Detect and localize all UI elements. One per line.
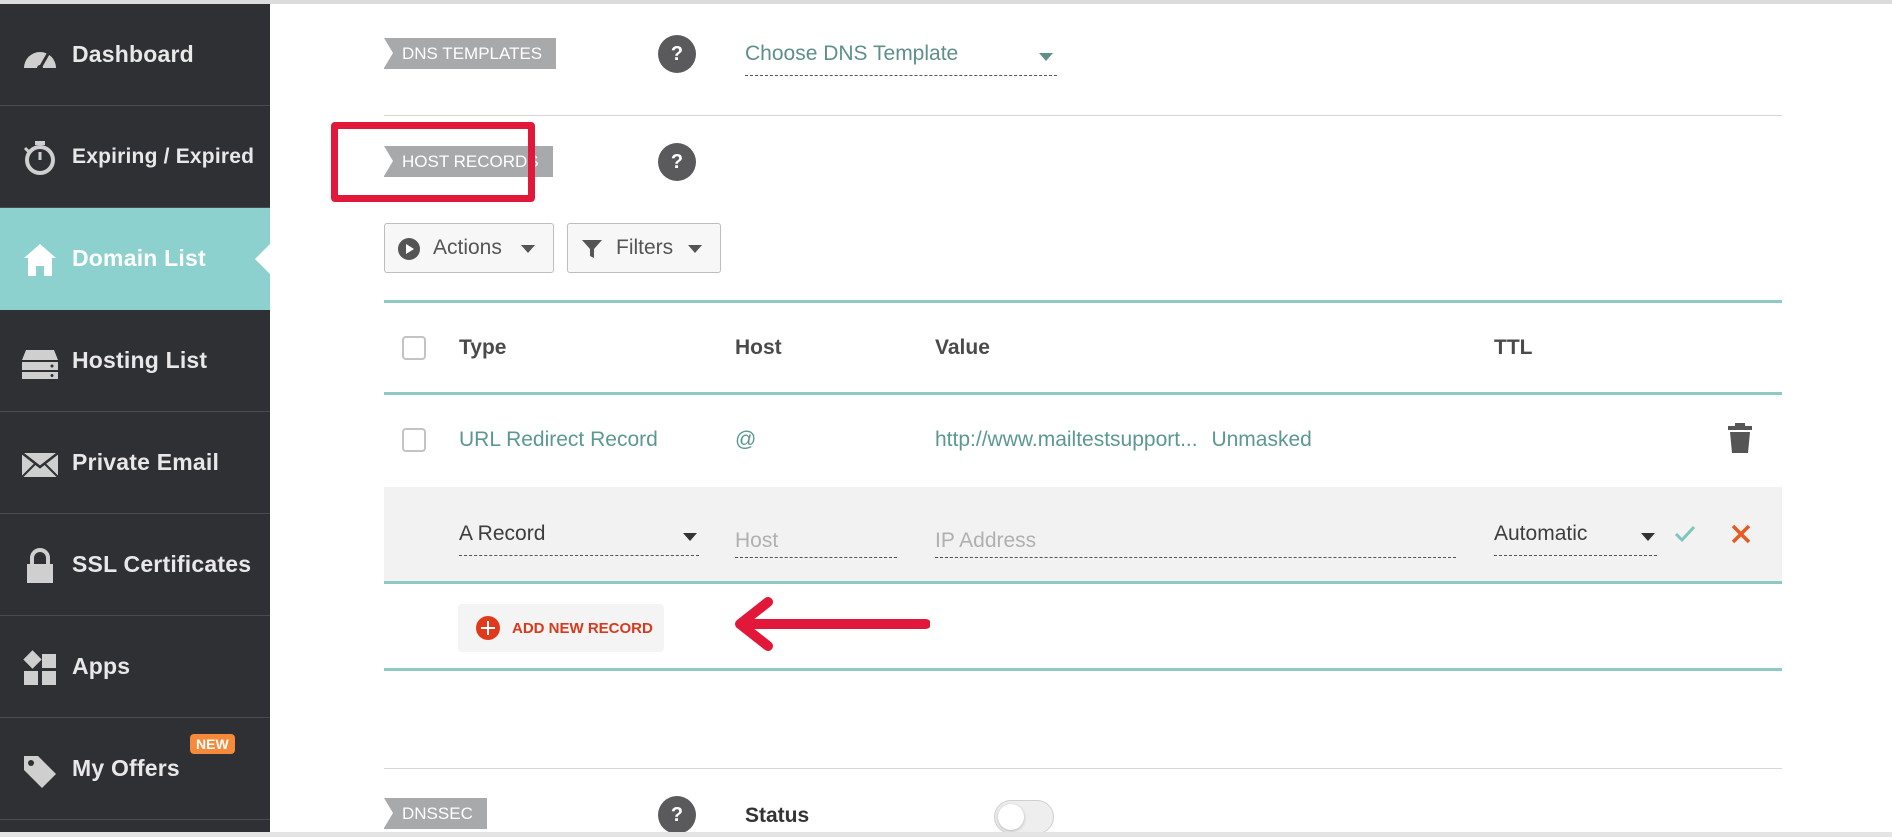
table-header-border — [384, 392, 1782, 395]
dns-template-select[interactable]: Choose DNS Template — [745, 42, 1057, 76]
ip-address-input[interactable] — [935, 525, 1456, 558]
sidebar-item-apps[interactable]: Apps — [0, 616, 270, 718]
dnssec-status-label: Status — [745, 804, 810, 827]
sidebar-item-label: My Offers — [72, 755, 180, 781]
play-circle-icon — [398, 238, 420, 260]
stopwatch-icon — [23, 141, 55, 175]
chevron-down-icon — [521, 245, 535, 253]
section-divider — [384, 768, 1782, 769]
record-value-url: http://www.mailtestsupport... — [935, 428, 1198, 451]
row-checkbox[interactable] — [402, 428, 426, 452]
sidebar-item-label: Domain List — [72, 245, 206, 271]
column-header-value: Value — [935, 336, 990, 359]
chevron-down-icon — [1039, 53, 1053, 61]
dnssec-toggle[interactable] — [994, 800, 1054, 834]
add-new-record-button[interactable]: ADD NEW RECORD — [458, 604, 664, 652]
table-bottom-border — [384, 668, 1782, 671]
server-icon — [22, 350, 58, 379]
column-header-type: Type — [459, 336, 507, 359]
sidebar-item-label: Apps — [72, 653, 131, 679]
tag-icon — [24, 756, 56, 788]
sidebar-item-my-offers[interactable]: My Offers NEW — [0, 718, 270, 820]
ttl-select[interactable]: Automatic — [1494, 522, 1657, 556]
record-value[interactable]: http://www.mailtestsupport... Unmasked — [935, 428, 1312, 452]
sidebar: Dashboard Expiring / Expired Domain List… — [0, 4, 270, 832]
sidebar-item-expiring[interactable]: Expiring / Expired — [0, 106, 270, 208]
dns-templates-help-icon[interactable]: ? — [658, 35, 696, 73]
add-new-record-label: ADD NEW RECORD — [512, 619, 653, 637]
sidebar-item-private-email[interactable]: Private Email — [0, 412, 270, 514]
dns-templates-label: DNS TEMPLATES — [384, 38, 557, 69]
lock-icon — [27, 548, 53, 583]
filter-icon — [582, 240, 602, 258]
sidebar-item-label: Hosting List — [72, 347, 208, 373]
actions-button[interactable]: Actions — [384, 223, 554, 273]
chevron-down-icon — [688, 245, 702, 253]
apps-icon — [23, 650, 56, 685]
dnssec-label: DNSSEC — [384, 798, 487, 829]
home-icon — [24, 244, 56, 276]
sidebar-item-label: Private Email — [72, 449, 220, 475]
dnssec-help-icon[interactable]: ? — [658, 796, 696, 834]
trash-icon[interactable] — [1726, 422, 1754, 454]
record-type-value: A Record — [459, 522, 546, 545]
main-content: DNS TEMPLATES ? Choose DNS Template HOST… — [270, 4, 1892, 834]
column-header-host: Host — [735, 336, 782, 359]
close-icon[interactable] — [1731, 524, 1751, 544]
envelope-icon — [21, 452, 59, 478]
column-header-ttl: TTL — [1494, 336, 1533, 359]
edit-row-border — [384, 581, 1782, 584]
filters-button[interactable]: Filters — [567, 223, 721, 273]
filters-label: Filters — [616, 236, 674, 259]
host-records-label: HOST RECORDS — [384, 146, 553, 177]
actions-label: Actions — [433, 236, 502, 259]
record-type[interactable]: URL Redirect Record — [459, 428, 658, 452]
speedometer-icon — [24, 52, 56, 71]
record-value-mode: Unmasked — [1211, 428, 1312, 451]
sidebar-item-dashboard[interactable]: Dashboard — [0, 4, 270, 106]
plus-circle-icon — [476, 616, 500, 640]
dns-template-select-value: Choose DNS Template — [745, 42, 959, 65]
host-input[interactable] — [735, 525, 897, 558]
section-divider — [384, 115, 1782, 116]
new-badge: NEW — [190, 734, 235, 754]
checkmark-icon[interactable] — [1674, 524, 1696, 544]
record-type-select[interactable]: A Record — [459, 522, 699, 556]
sidebar-item-domain-list[interactable]: Domain List — [0, 208, 270, 310]
host-records-help-icon[interactable]: ? — [658, 143, 696, 181]
sidebar-item-label: Dashboard — [72, 41, 194, 67]
record-host[interactable]: @ — [735, 428, 756, 452]
chevron-down-icon — [683, 533, 697, 541]
chevron-down-icon — [1641, 533, 1655, 541]
bottom-border — [0, 832, 1892, 837]
ttl-value: Automatic — [1494, 522, 1588, 545]
sidebar-item-label: SSL Certificates — [72, 551, 252, 577]
select-all-checkbox[interactable] — [402, 336, 426, 360]
toggle-knob — [998, 804, 1024, 830]
sidebar-item-label: Expiring / Expired — [72, 144, 255, 168]
annotation-arrow — [735, 597, 930, 651]
sidebar-item-ssl-certificates[interactable]: SSL Certificates — [0, 514, 270, 616]
table-top-border — [384, 300, 1782, 303]
sidebar-item-hosting-list[interactable]: Hosting List — [0, 310, 270, 412]
